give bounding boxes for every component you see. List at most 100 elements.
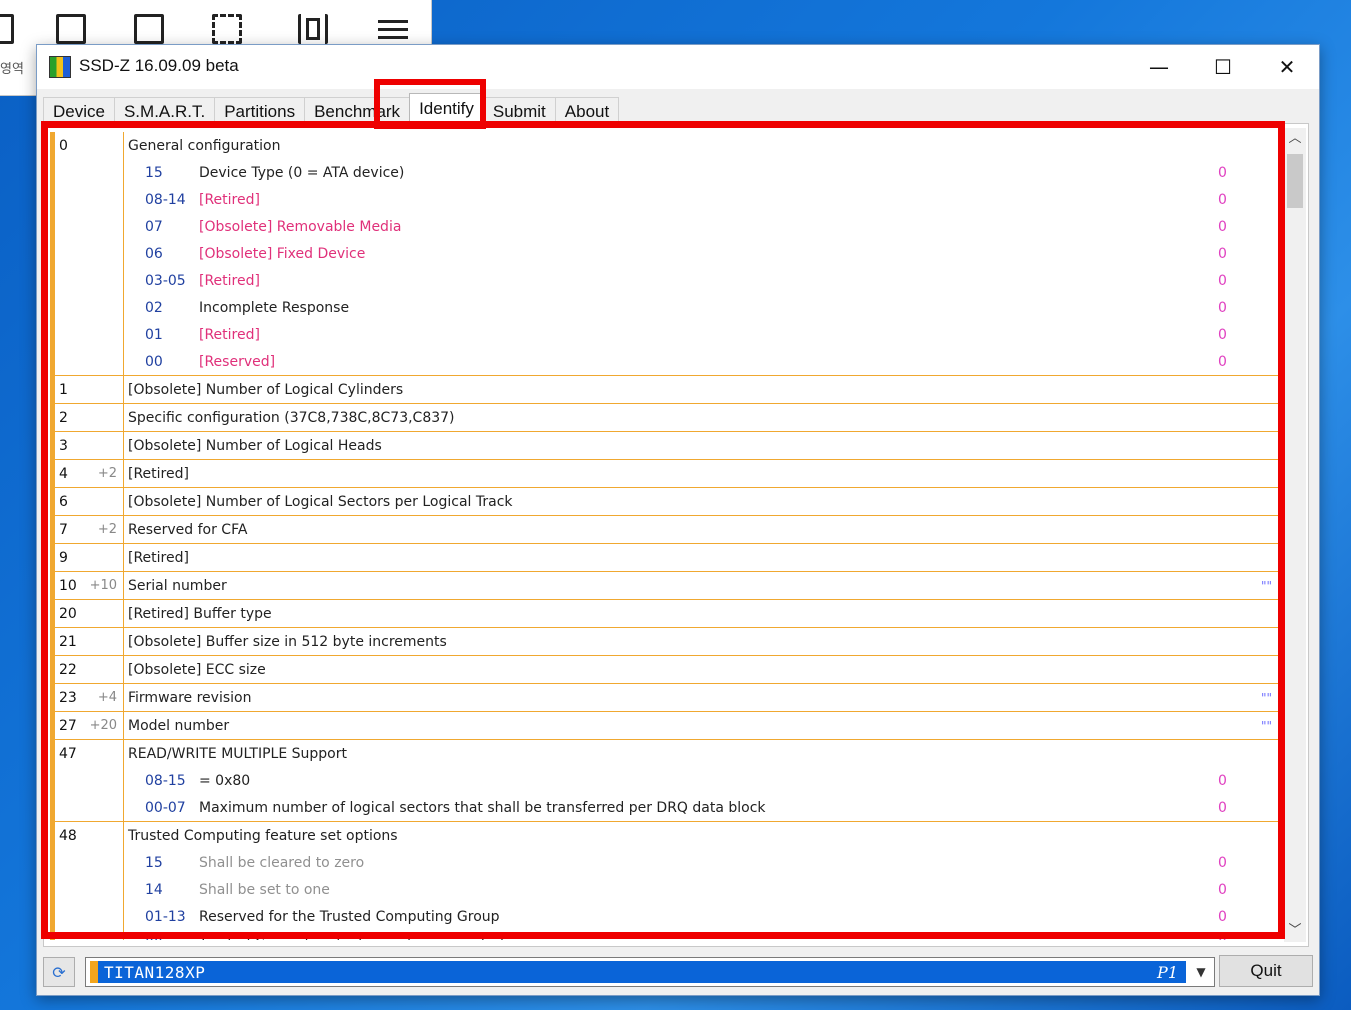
- identify-word-group: 1 [Obsolete] Number of Logical Cylinders: [50, 376, 1278, 404]
- bit-value: 0: [1218, 353, 1227, 370]
- ssdz-window: SSD-Z 16.09.09 beta — ☐ ✕ Device S.M.A.R…: [36, 44, 1320, 996]
- word-index: 7: [59, 521, 68, 538]
- word-index: 6: [59, 493, 68, 510]
- bit-range: 01: [145, 326, 163, 343]
- bit-description: [Obsolete] Fixed Device: [199, 245, 366, 262]
- bit-value: 0: [1218, 164, 1227, 181]
- identify-word-row[interactable]: 3 [Obsolete] Number of Logical Heads: [55, 432, 1278, 459]
- maximize-button[interactable]: ☐: [1191, 45, 1255, 89]
- bit-field-row[interactable]: 00-07 Maximum number of logical sectors t…: [55, 794, 1278, 821]
- scrollbar-thumb[interactable]: [1287, 154, 1303, 208]
- bit-field-row[interactable]: 00 [Reserved] 0: [55, 348, 1278, 375]
- identify-word-row[interactable]: 23 +4 Firmware revision "": [55, 684, 1278, 711]
- bit-value: 0: [1218, 245, 1227, 262]
- word-description: Reserved for CFA: [128, 521, 248, 538]
- chevron-down-icon[interactable]: ▼: [1188, 958, 1214, 986]
- identify-word-row[interactable]: 0 General configuration: [55, 132, 1278, 159]
- bit-field-row[interactable]: 01 [Retired] 0: [55, 321, 1278, 348]
- refresh-button[interactable]: ⟳: [43, 957, 75, 987]
- bit-description: Maximum number of logical sectors that s…: [199, 799, 766, 816]
- bit-description: Reserved for the Trusted Computing Group: [199, 908, 500, 925]
- bit-field-row[interactable]: 15 Shall be cleared to zero 0: [55, 849, 1278, 876]
- word-index: 10: [59, 577, 77, 594]
- identify-word-row[interactable]: 1 [Obsolete] Number of Logical Cylinders: [55, 376, 1278, 403]
- identify-word-group: 21 [Obsolete] Buffer size in 512 byte inc…: [50, 628, 1278, 656]
- tab-smart[interactable]: S.M.A.R.T.: [113, 97, 216, 123]
- identify-word-group: 9 [Retired]: [50, 544, 1278, 572]
- bit-field-row[interactable]: 00Trusted Computing feature set is suppo…: [55, 930, 1278, 941]
- tab-benchmark[interactable]: Benchmark: [304, 97, 411, 123]
- close-button[interactable]: ✕: [1255, 45, 1319, 89]
- word-index: 21: [59, 633, 77, 650]
- identify-grid[interactable]: 0 General configuration 15 Device Type (0 =…: [50, 132, 1278, 940]
- identify-word-row[interactable]: 4 +2 [Retired]: [55, 460, 1278, 487]
- toolbar-partial-label: 영역: [0, 62, 24, 77]
- refresh-icon: ⟳: [52, 962, 66, 982]
- identify-word-group: 6 [Obsolete] Number of Logical Sectors pe…: [50, 488, 1278, 516]
- bit-field-row[interactable]: 01-13 Reserved for the Trusted Computing …: [55, 903, 1278, 930]
- bit-field-row[interactable]: 14 Shall be set to one 0: [55, 876, 1278, 903]
- identify-word-row[interactable]: 27 +20 Model number "": [55, 712, 1278, 739]
- identify-word-row[interactable]: 22 [Obsolete] ECC size: [55, 656, 1278, 683]
- word-index: 48: [59, 827, 77, 844]
- tab-about[interactable]: About: [554, 97, 620, 123]
- identify-word-row[interactable]: 48 Trusted Computing feature set options: [55, 822, 1278, 849]
- fullscreen-capture-icon[interactable]: [56, 14, 86, 44]
- bit-value: 0: [1218, 272, 1227, 289]
- bit-field-row[interactable]: 08-14 [Retired] 0: [55, 186, 1278, 213]
- word-index: 0: [59, 137, 68, 154]
- scroll-up-icon[interactable]: ︿: [1284, 128, 1306, 150]
- bottom-bar: ⟳ TITAN128XP P1 ▼ Quit: [43, 955, 1313, 989]
- identify-word-row[interactable]: 2 Specific configuration (37C8,738C,8C73,…: [55, 404, 1278, 431]
- bit-field-row[interactable]: 02 Incomplete Response 0: [55, 294, 1278, 321]
- identify-word-row[interactable]: 20 [Retired] Buffer type: [55, 600, 1278, 627]
- bit-field-row[interactable]: 15 Device Type (0 = ATA device) 0: [55, 159, 1278, 186]
- identify-word-group: 4 +2 [Retired]: [50, 460, 1278, 488]
- region-capture-icon[interactable]: [212, 14, 242, 44]
- identify-word-row[interactable]: 21 [Obsolete] Buffer size in 512 byte inc…: [55, 628, 1278, 655]
- tab-identify[interactable]: Identify: [409, 93, 484, 123]
- tab-submit[interactable]: Submit: [482, 97, 556, 123]
- tab-device[interactable]: Device: [43, 97, 115, 123]
- bit-field-row[interactable]: 06 [Obsolete] Fixed Device 0: [55, 240, 1278, 267]
- window-capture-icon[interactable]: [134, 14, 164, 44]
- tab-strip: Device S.M.A.R.T. Partitions Benchmark I…: [43, 93, 620, 123]
- identify-word-row[interactable]: 10 +10 Serial number "": [55, 572, 1278, 599]
- bit-field-row[interactable]: 08-15 = 0x80 0: [55, 767, 1278, 794]
- layout-icon[interactable]: [0, 14, 14, 44]
- identify-word-row[interactable]: 6 [Obsolete] Number of Logical Sectors pe…: [55, 488, 1278, 515]
- word-index: 47: [59, 745, 77, 762]
- bit-field-row[interactable]: 07 [Obsolete] Removable Media 0: [55, 213, 1278, 240]
- identify-word-row[interactable]: 47 READ/WRITE MULTIPLE Support: [55, 740, 1278, 767]
- title-bar[interactable]: SSD-Z 16.09.09 beta — ☐ ✕: [37, 45, 1319, 89]
- bit-value: 0: [1218, 936, 1278, 941]
- word-index: 20: [59, 605, 77, 622]
- bit-range: 08-14: [145, 191, 186, 208]
- identify-word-row[interactable]: 9 [Retired]: [55, 544, 1278, 571]
- bit-description: Trusted Computing feature set is support…: [199, 936, 1218, 941]
- drive-name: TITAN128XP: [104, 963, 206, 982]
- bit-field-list: 15 Device Type (0 = ATA device) 0 08-14 [Ret…: [55, 159, 1278, 375]
- bit-field-list: 08-15 = 0x80 0 00-07 Maximum number of logic…: [55, 767, 1278, 821]
- tab-partitions[interactable]: Partitions: [214, 97, 306, 123]
- identify-word-group: 10 +10 Serial number "": [50, 572, 1278, 600]
- bit-range: 15: [145, 854, 163, 871]
- identify-word-group: 0 General configuration 15 Device Type (0 =…: [50, 132, 1278, 376]
- menu-list-icon[interactable]: [378, 14, 408, 44]
- vertical-scrollbar[interactable]: ︿ ﹀: [1284, 128, 1306, 942]
- bit-range: 00: [145, 353, 163, 370]
- minimize-button[interactable]: —: [1127, 45, 1191, 89]
- identify-word-group: 2 Specific configuration (37C8,738C,8C73,…: [50, 404, 1278, 432]
- word-index: 9: [59, 549, 68, 566]
- scroll-down-icon[interactable]: ﹀: [1284, 920, 1306, 942]
- bit-field-row[interactable]: 03-05 [Retired] 0: [55, 267, 1278, 294]
- bit-value: 0: [1218, 799, 1227, 816]
- identify-word-row[interactable]: 7 +2 Reserved for CFA: [55, 516, 1278, 543]
- scroll-capture-icon[interactable]: [298, 14, 328, 44]
- identify-word-group: 47 READ/WRITE MULTIPLE Support 08-15 = 0x80…: [50, 740, 1278, 822]
- quit-button[interactable]: Quit: [1219, 955, 1313, 987]
- bit-description: Device Type (0 = ATA device): [199, 164, 405, 181]
- drive-selector[interactable]: TITAN128XP P1 ▼: [85, 957, 1215, 987]
- bit-range: 03-05: [145, 272, 186, 289]
- bit-value: 0: [1218, 854, 1227, 871]
